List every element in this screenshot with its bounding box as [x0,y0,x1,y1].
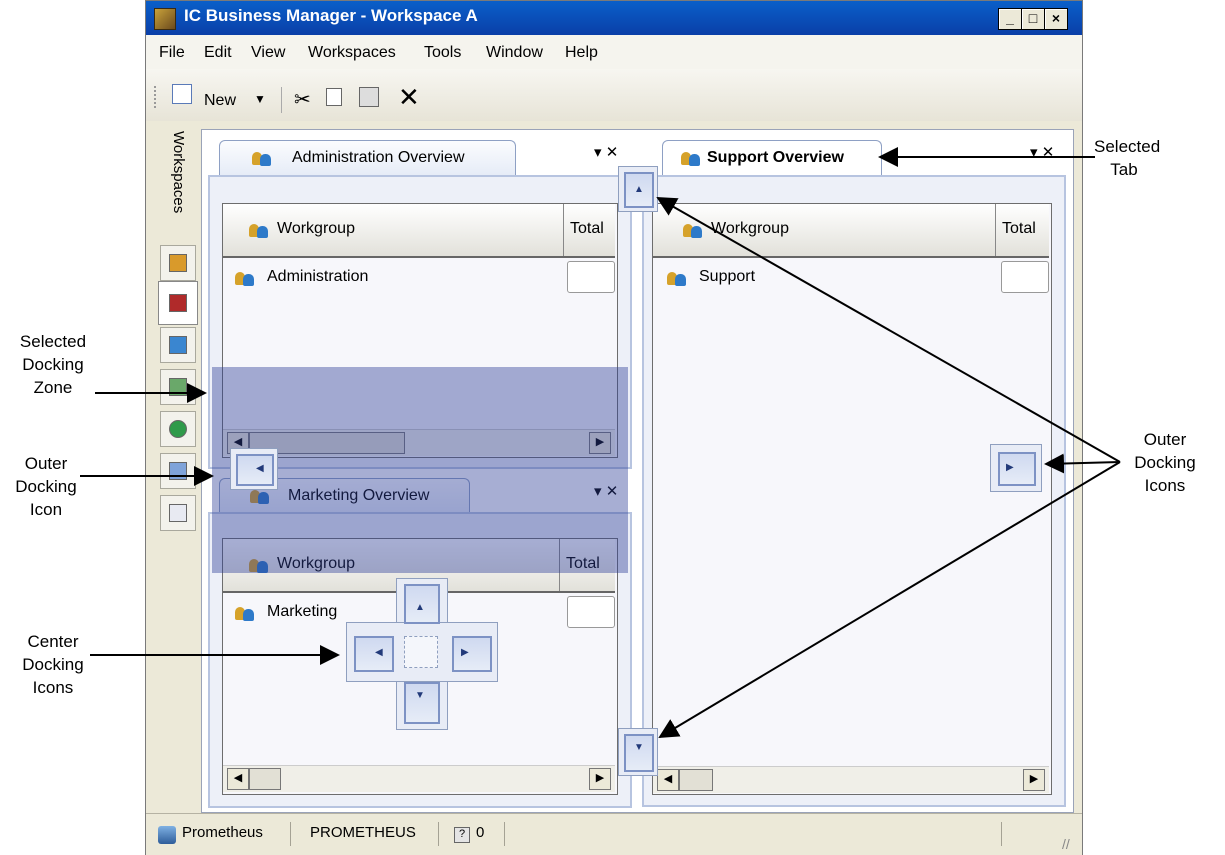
annotation-arrows [80,147,1121,739]
arrow-outer-icons-top [656,197,1121,463]
arrow-outer-icons-bottom [658,461,1121,739]
arrow-outer-icons-right [1044,453,1121,474]
